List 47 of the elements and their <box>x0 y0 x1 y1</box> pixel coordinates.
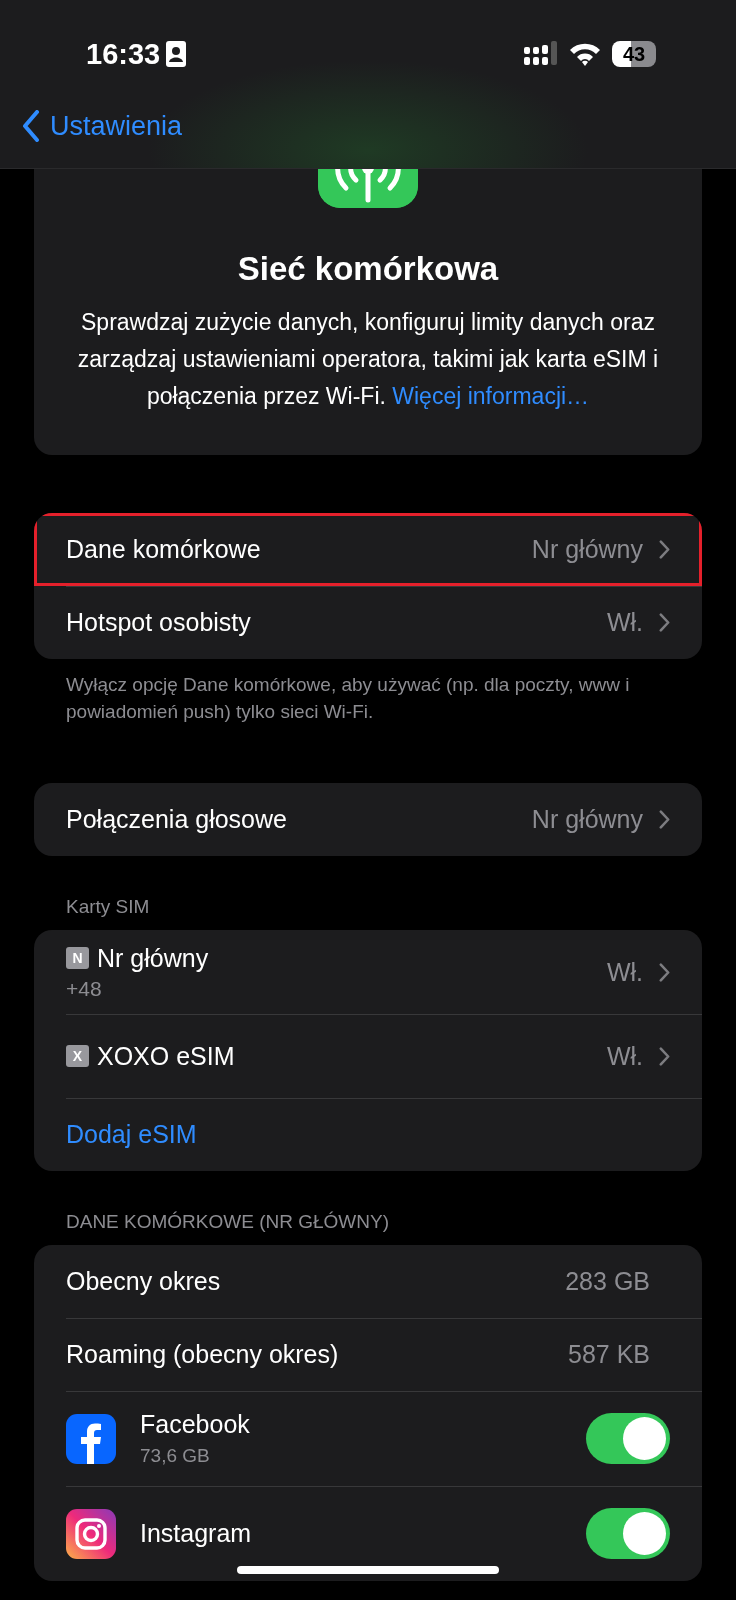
sim-name: XOXO eSIM <box>97 1041 236 1071</box>
add-esim-link[interactable]: Dodaj eSIM <box>66 1120 197 1149</box>
section-header: DANE KOMÓRKOWE (NR GŁÓWNY) <box>66 1211 390 1233</box>
sim-badge: X <box>66 1045 89 1067</box>
settings-row[interactable]: Hotspot osobisty Wł. <box>34 586 702 659</box>
settings-row[interactable]: Połączenia głosowe Nr główny <box>34 783 702 856</box>
sim-row[interactable]: X XOXO eSIM Wł. <box>34 1014 702 1098</box>
toggle-switch[interactable] <box>586 1508 670 1559</box>
row-value: Nr główny <box>531 535 643 564</box>
signal-icon <box>524 41 558 67</box>
back-chevron-icon <box>22 110 40 142</box>
camera-app-icon <box>66 1508 116 1559</box>
phone-number: +48 <box>66 976 103 1001</box>
row-label: Połączenia głosowe <box>66 805 288 834</box>
page-title: Sieć komórkowa <box>237 250 499 288</box>
row-value: Wł. <box>606 957 643 987</box>
status-time: 16:33 <box>86 37 161 71</box>
more-info-link[interactable]: Więcej informacji… <box>392 383 590 409</box>
chevron-icon <box>659 962 670 982</box>
chevron-icon <box>659 613 670 632</box>
toggle-switch[interactable] <box>586 1413 670 1464</box>
description: Sprawdzaj zużycie danych, konfiguruj limity danych oraz zarządzaj ustawieniami operatora, takimi jak karta eSIM i połączenia przez Wi-Fi. Więcej informacji… <box>76 308 660 411</box>
row-value: 587 KB <box>568 1340 650 1369</box>
contact-card-icon <box>166 41 187 67</box>
row-label: Roaming (obecny okres) <box>66 1340 340 1369</box>
section-footer: Wyłącz opcję Dane komórkowe, aby używać (np. dla poczty, www i powiadomień push) tylko sieci Wi-Fi. <box>66 671 670 725</box>
chevron-icon <box>659 540 670 559</box>
highlighted-settings-row[interactable]: Dane komórkowe Nr główny <box>34 513 702 586</box>
sim-name: Nr główny <box>97 943 210 973</box>
sim-badge: N <box>66 947 89 969</box>
app-name: Facebook <box>140 1410 251 1439</box>
chevron-icon <box>659 810 670 829</box>
row-label: Hotspot osobisty <box>66 608 252 637</box>
chevron-icon <box>659 1046 670 1066</box>
row-label: Obecny okres <box>66 1267 222 1296</box>
wifi-icon <box>568 41 602 67</box>
row-value: Wł. <box>606 1041 643 1071</box>
app-name: Instagram <box>140 1519 253 1548</box>
row-value: 283 GB <box>565 1267 650 1296</box>
letter-f-app-icon <box>66 1413 116 1464</box>
section-header: Karty SIM <box>66 896 151 918</box>
row-label: Dane komórkowe <box>66 535 262 564</box>
row-value: Wł. <box>606 608 643 637</box>
sim-row[interactable]: N Nr główny +48 Wł. <box>34 930 702 1014</box>
row-value: Nr główny <box>531 805 643 834</box>
data-usage: 73,6 GB <box>140 1445 211 1467</box>
back-button[interactable]: Ustawienia <box>22 110 183 142</box>
